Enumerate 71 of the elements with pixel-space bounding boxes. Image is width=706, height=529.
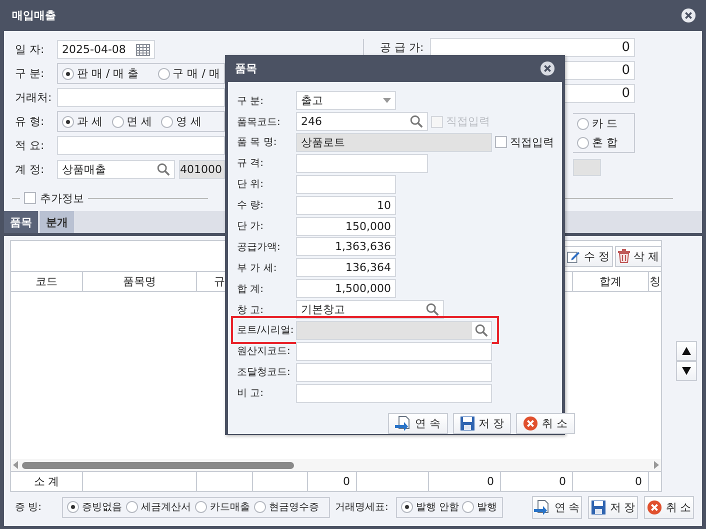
field-label: 거래명세표: xyxy=(335,501,390,514)
input-field[interactable]: 246 xyxy=(296,112,428,132)
radio-label: 증빙없음 xyxy=(82,501,122,514)
window-title: 매입매출 xyxy=(12,8,56,23)
field-label: 증 빙: xyxy=(15,501,43,514)
radio-label: 과 세 xyxy=(77,114,102,129)
field-label: 원산지코드: xyxy=(237,345,292,358)
dialog-button[interactable]: 저 장 xyxy=(452,413,511,434)
column-header: 코드 xyxy=(11,272,83,291)
action-button[interactable]: 저 장 xyxy=(588,496,638,518)
radio-label: 세금계산서 xyxy=(141,501,191,514)
account-code-field: 401000 xyxy=(179,160,225,179)
radio-label: 카드매출 xyxy=(210,501,250,514)
action-button[interactable]: 취 소 xyxy=(644,496,694,518)
column-header: 품목명 xyxy=(83,272,197,291)
input-field[interactable]: 1,500,000 xyxy=(296,279,396,298)
action-button[interactable]: 연 속 xyxy=(532,496,582,518)
radio-label: 발행 xyxy=(477,501,498,514)
field-label: 품 목 명: xyxy=(237,136,278,150)
checkbox-label: 추가정보 xyxy=(40,190,84,206)
field-label: 적 요: xyxy=(15,138,46,153)
input-field[interactable]: 1,363,636 xyxy=(296,237,396,256)
column-header: 합계 xyxy=(573,272,649,291)
field-label: 구 분: xyxy=(15,66,46,81)
dialog-title: 품목 xyxy=(235,61,257,76)
radio-label: 영 세 xyxy=(176,114,202,129)
tab[interactable]: 분개 xyxy=(40,211,74,233)
field-label: 규 격: xyxy=(237,157,265,170)
field-label: 공급가액: xyxy=(237,240,282,254)
input-field[interactable]: 150,000 xyxy=(296,216,396,236)
field-label: 거래처: xyxy=(15,90,53,105)
field-label: 단 위: xyxy=(237,178,265,192)
radio-label: 구 매 / 매 xyxy=(172,66,220,81)
field-label: 비 고: xyxy=(237,387,265,400)
input-field[interactable]: 상품로트 xyxy=(296,132,492,152)
input-field[interactable]: 10 xyxy=(296,196,396,215)
field-label: 수 량: xyxy=(237,199,265,212)
field-label: 부 가 세: xyxy=(237,262,278,275)
table-cell: 0 xyxy=(501,472,573,491)
toolbar-button[interactable]: 삭 제 xyxy=(614,246,662,266)
radio-label: 판 매 / 매 출 xyxy=(77,66,139,81)
radio-label: 혼 합 xyxy=(592,135,618,150)
field-label: 로트/시리얼: xyxy=(237,324,293,338)
column-header: 칭 xyxy=(649,274,661,290)
radio-label: 현금영수증 xyxy=(269,501,319,514)
field-label: 품목코드: xyxy=(237,116,282,129)
date-field[interactable]: 2025-04-08 xyxy=(57,40,155,59)
field-label: 창 고: xyxy=(237,304,265,317)
field-label: 구 분: xyxy=(237,94,265,108)
field-label: 공 급 가: xyxy=(380,40,424,54)
account-field[interactable]: 상품매출 xyxy=(57,160,175,179)
table-cell: 0 xyxy=(573,472,649,491)
radio-label: 발행 안함 xyxy=(416,501,460,514)
table-cell: 0 xyxy=(429,472,501,491)
dropdown[interactable]: 출고 xyxy=(296,91,396,110)
tab[interactable]: 품목 xyxy=(4,211,38,233)
field-label: 단 가: xyxy=(237,220,265,234)
field-label: 일 자: xyxy=(15,42,46,57)
field-label: 조달청코드: xyxy=(237,366,292,380)
dialog-button[interactable]: 연 속 xyxy=(388,413,448,434)
radio-label: 카 드 xyxy=(592,116,618,131)
checkbox-label: 직접입력 xyxy=(510,134,554,150)
table-cell: 0 xyxy=(308,472,357,491)
field-label: 계 정: xyxy=(15,162,46,177)
subtotal-label: 소 계 xyxy=(11,472,83,491)
dialog-button[interactable]: 취 소 xyxy=(516,413,574,434)
input-field[interactable]: 136,364 xyxy=(296,258,396,278)
amount-field[interactable]: 0 xyxy=(430,38,635,56)
toolbar-button[interactable]: 수 정 xyxy=(564,246,612,266)
radio-label: 면 세 xyxy=(126,114,152,129)
field-label: 유 형: xyxy=(15,114,46,129)
